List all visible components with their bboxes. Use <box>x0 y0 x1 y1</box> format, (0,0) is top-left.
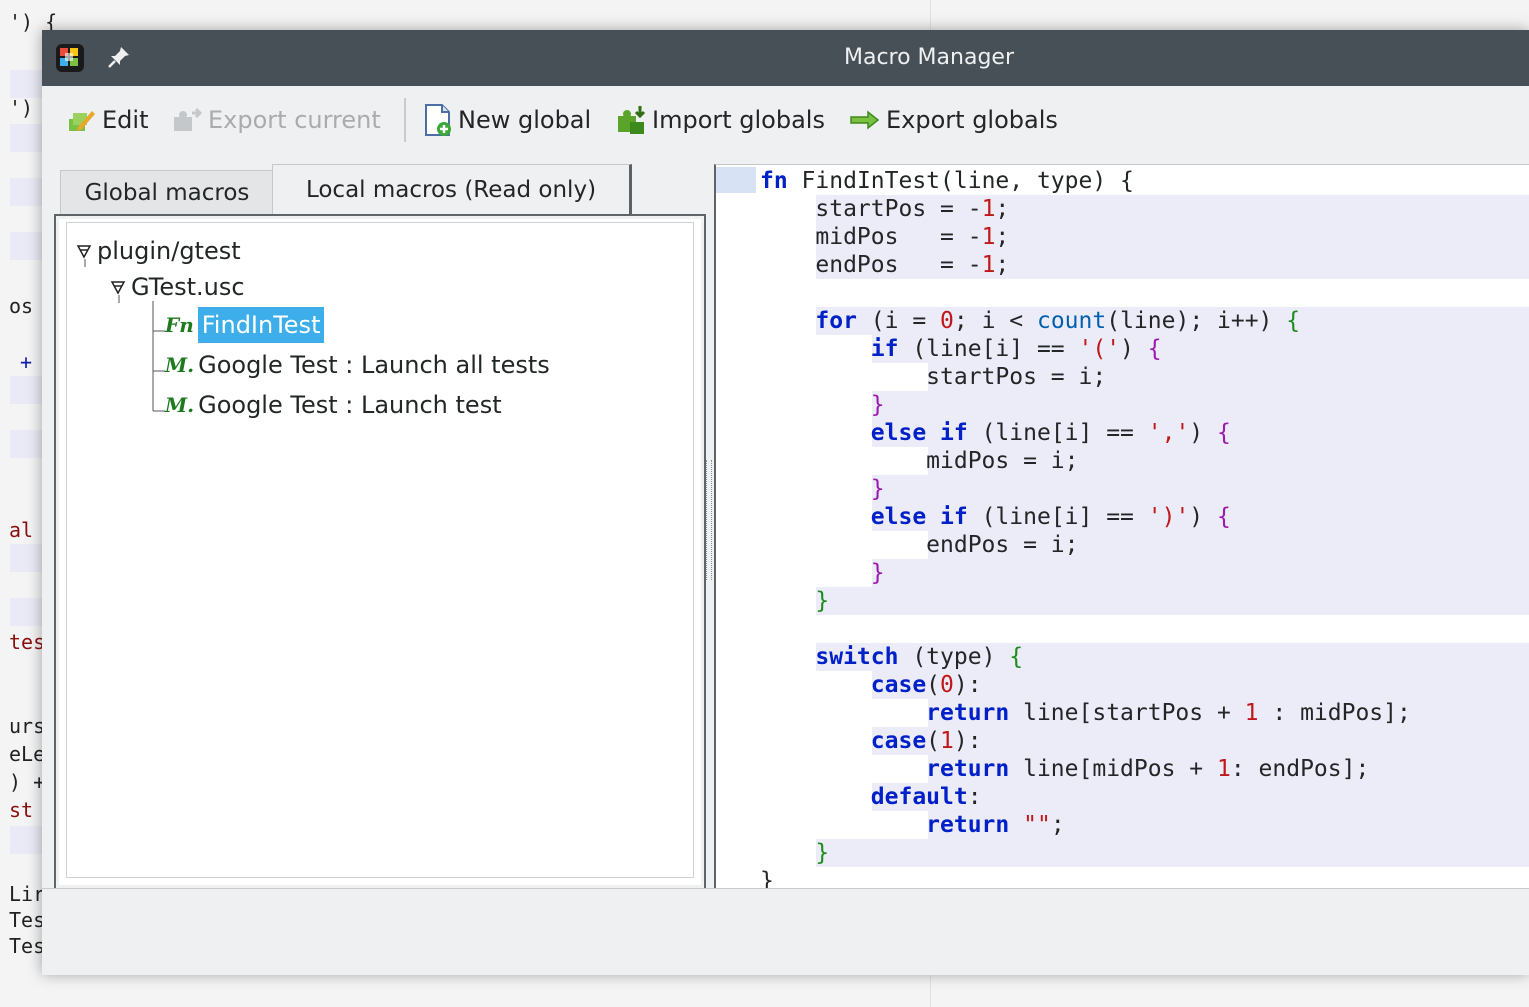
code-line: } <box>870 476 885 502</box>
tree-view: plugin/gtest GTest.usc Fn FindInTest M. … <box>66 222 694 878</box>
code-gutter <box>716 165 756 889</box>
code-line: else if (line[i] == ')') { <box>870 504 1231 530</box>
editor-text: urs <box>9 714 46 738</box>
tree-node-plugin[interactable]: plugin/gtest <box>75 233 241 269</box>
code-line: else if (line[i] == ',') { <box>870 420 1231 446</box>
edit-label: Edit <box>102 106 149 134</box>
new-document-icon <box>425 104 451 136</box>
export-current-button[interactable]: Export current <box>170 102 381 138</box>
import-globals-button[interactable]: Import globals <box>614 102 825 138</box>
editor-text: Tes <box>9 934 46 958</box>
arrow-right-icon <box>850 110 880 130</box>
editor-text: Tes <box>9 908 46 932</box>
code-line: if (line[i] == '(') { <box>870 336 1162 362</box>
code-line: return line[midPos + 1: endPos]; <box>926 756 1370 782</box>
code-line: midPos = i; <box>760 448 1079 474</box>
export-current-label: Export current <box>208 106 381 134</box>
collapse-icon <box>76 245 92 259</box>
macro-manager-dialog: Macro Manager Edit Export current New gl… <box>42 30 1529 975</box>
editor-text: eLe <box>9 742 46 766</box>
code-indent-band <box>816 839 1529 867</box>
code-indent-band <box>872 391 1529 419</box>
new-global-button[interactable]: New global <box>422 102 591 138</box>
editor-text: st <box>9 798 34 822</box>
editor-text: os <box>9 294 34 318</box>
export-globals-label: Export globals <box>886 106 1058 134</box>
tree-item-launch-test[interactable]: M. Google Test : Launch test <box>165 387 502 423</box>
function-icon: Fn <box>165 313 194 337</box>
tree-node-file[interactable]: GTest.usc <box>109 269 245 305</box>
editor-text: al <box>9 518 34 542</box>
editor-text: Lir <box>9 882 46 906</box>
editor-text: ') <box>9 96 34 120</box>
tree-node-label: GTest.usc <box>131 273 245 301</box>
editor-text: tes <box>9 630 46 654</box>
code-line: default: <box>870 784 982 810</box>
dialog-footer <box>42 888 1529 975</box>
tree-item-label: FindInTest <box>197 307 325 343</box>
editor-text: + <box>20 350 33 374</box>
title-bar[interactable]: Macro Manager <box>42 30 1529 86</box>
pane-splitter[interactable] <box>706 460 712 580</box>
code-line: case(1): <box>870 728 982 754</box>
code-line: endPos = i; <box>760 532 1079 558</box>
tree-item-launch-all-tests[interactable]: M. Google Test : Launch all tests <box>165 347 550 383</box>
code-line: } <box>815 840 830 866</box>
tree-item-findintest[interactable]: Fn FindInTest <box>165 307 325 343</box>
code-indent-band <box>872 475 1529 503</box>
code-line: switch (type) { <box>815 644 1024 670</box>
code-line: startPos = -1; <box>760 196 1010 222</box>
export-puzzle-icon <box>174 107 203 131</box>
import-globals-label: Import globals <box>652 106 825 134</box>
toolbar-separator <box>404 98 406 142</box>
macro-icon: M. <box>165 393 195 417</box>
edit-button[interactable]: Edit <box>66 102 148 138</box>
code-line: case(0): <box>870 672 982 698</box>
editor-text: ) + <box>9 770 46 794</box>
edit-icon <box>69 111 95 131</box>
code-line: } <box>870 392 885 418</box>
import-puzzle-icon <box>618 106 646 134</box>
toolbar: Edit Export current New global Import gl… <box>42 86 1529 156</box>
code-line: } <box>760 868 774 889</box>
code-line: fn FindInTest(line, type) { <box>760 168 1134 194</box>
code-indent-band <box>872 559 1529 587</box>
tab-global-macros[interactable]: Global macros <box>60 170 274 215</box>
code-line: } <box>815 588 830 614</box>
macro-tree[interactable]: plugin/gtest GTest.usc Fn FindInTest M. … <box>54 214 706 890</box>
window-title: Macro Manager <box>843 45 1014 70</box>
code-line: for (i = 0; i < count(line); i++) { <box>815 308 1301 334</box>
export-globals-button[interactable]: Export globals <box>848 102 1058 138</box>
macro-icon: M. <box>165 353 195 377</box>
code-line: midPos = -1; <box>760 224 1010 250</box>
tree-node-label: plugin/gtest <box>97 237 241 265</box>
code-indent-band <box>816 587 1529 615</box>
code-line: } <box>870 560 885 586</box>
new-global-label: New global <box>458 106 592 134</box>
code-line: startPos = i; <box>760 364 1107 390</box>
code-line: return line[startPos + 1 : midPos]; <box>926 700 1411 726</box>
tree-item-label: Google Test : Launch all tests <box>198 351 550 379</box>
code-viewer[interactable]: fn FindInTest(line, type) { startPos = -… <box>714 164 1529 889</box>
tab-local-macros[interactable]: Local macros (Read only) <box>272 164 632 215</box>
collapse-icon <box>110 281 126 295</box>
current-line-marker <box>716 167 756 193</box>
tree-item-label: Google Test : Launch test <box>198 391 502 419</box>
code-line: endPos = -1; <box>760 252 1010 278</box>
code-line: return ""; <box>926 812 1065 838</box>
